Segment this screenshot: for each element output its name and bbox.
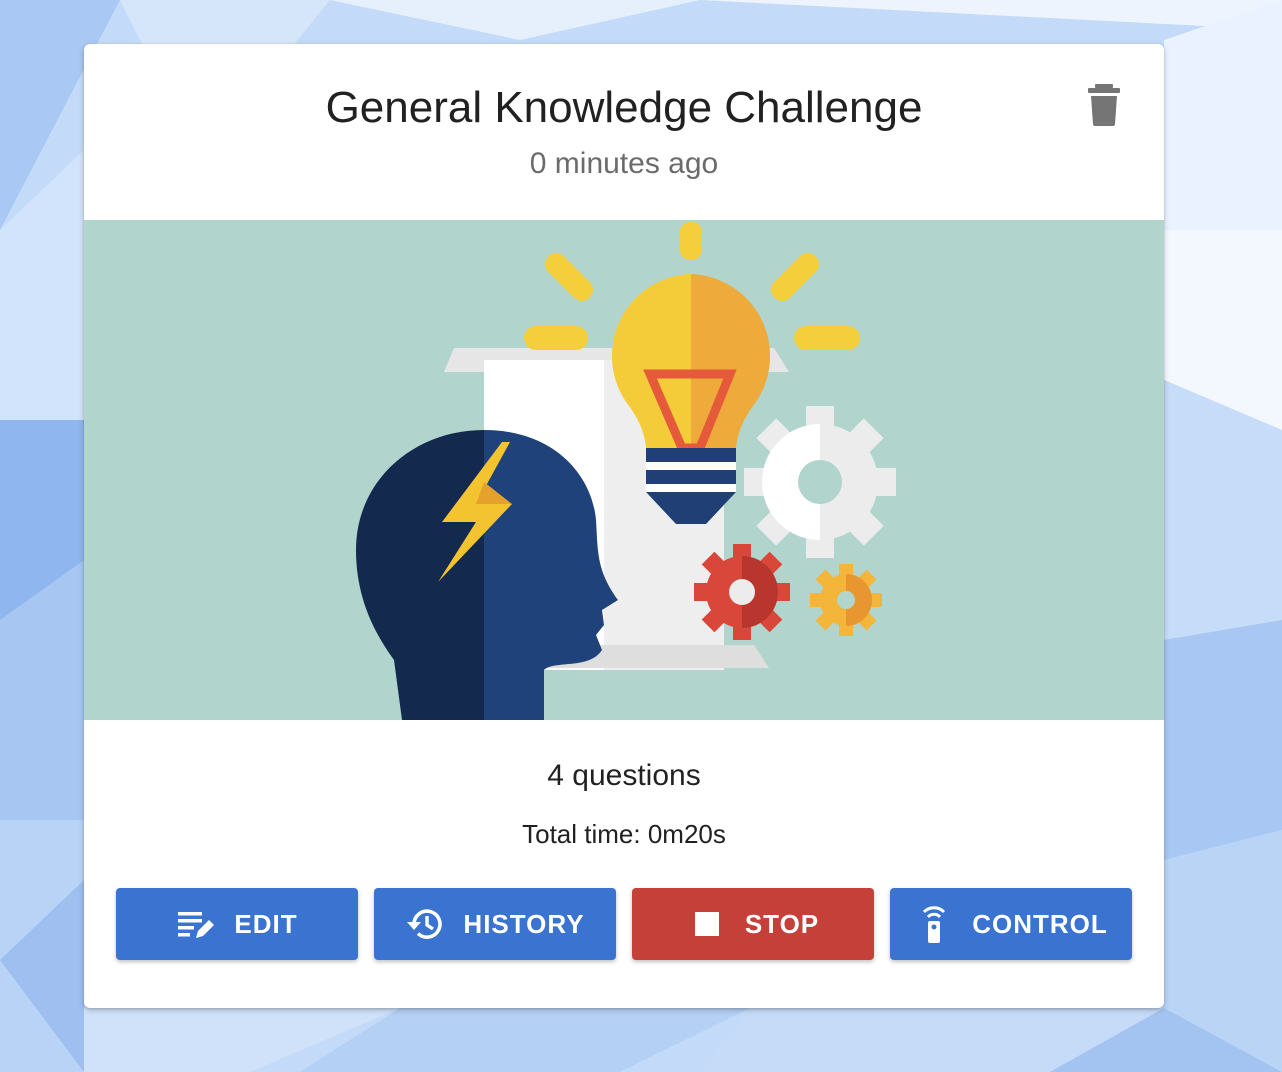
history-button[interactable]: HISTORY	[374, 888, 616, 960]
stop-square-icon	[694, 912, 719, 936]
quiz-card: General Knowledge Challenge 0 minutes ag…	[84, 44, 1164, 1008]
edit-button[interactable]: EDIT	[116, 888, 358, 960]
total-time: Total time: 0m20s	[522, 819, 726, 849]
control-button[interactable]: CONTROL	[890, 888, 1132, 960]
stop-label: STOP	[744, 908, 820, 939]
edit-label: EDIT	[234, 908, 298, 939]
quiz-cover-image	[84, 220, 1164, 720]
stop-button[interactable]: STOP	[632, 888, 874, 960]
edit-list-icon	[178, 912, 215, 938]
remote-control-icon	[923, 906, 946, 943]
history-label: HISTORY	[463, 908, 585, 939]
trash-icon[interactable]	[1086, 84, 1122, 126]
control-label: CONTROL	[972, 908, 1108, 939]
question-count: 4 questions	[547, 759, 701, 792]
quiz-created-time: 0 minutes ago	[529, 147, 719, 180]
quiz-title: General Knowledge Challenge	[325, 83, 923, 132]
history-icon	[407, 909, 443, 939]
